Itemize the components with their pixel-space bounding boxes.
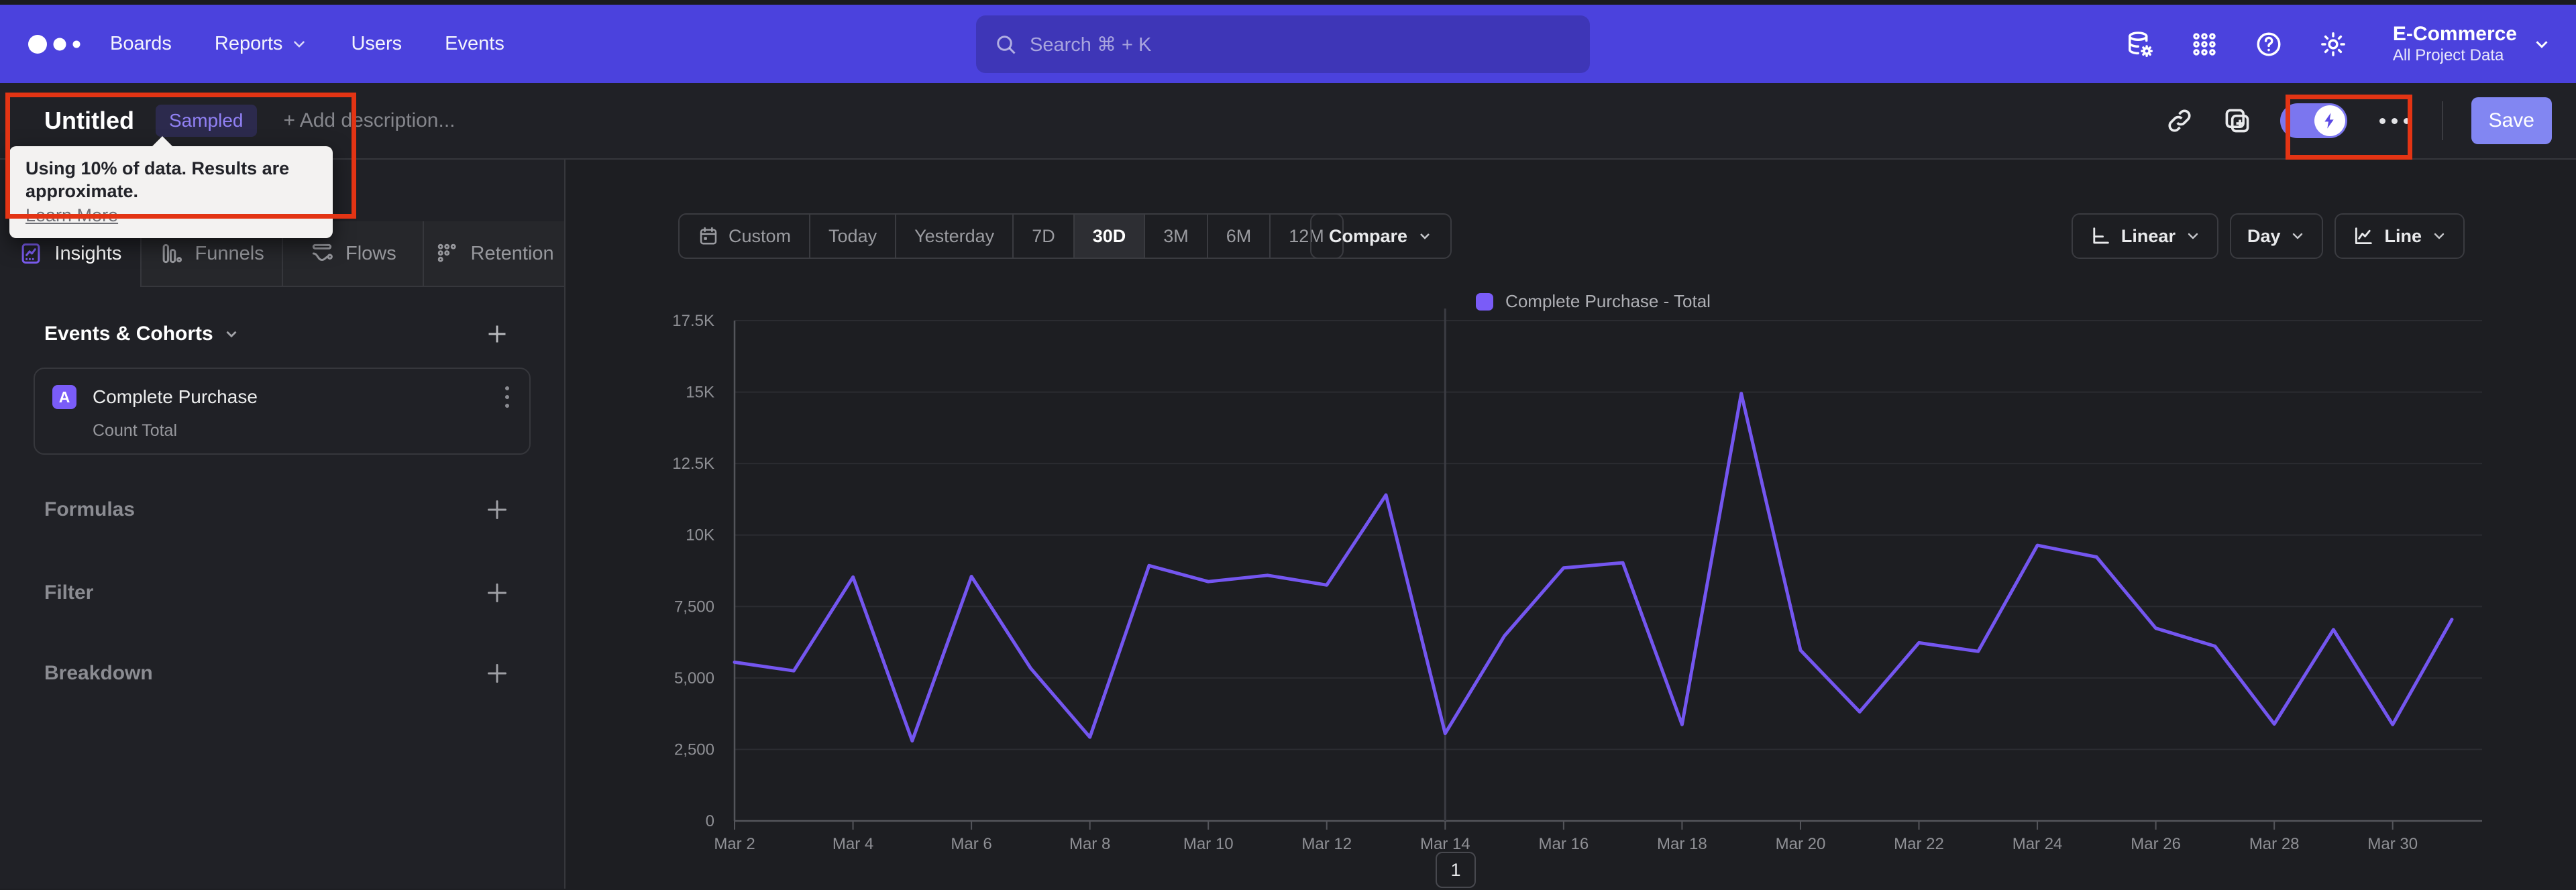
learn-more-link[interactable]: Learn More: [25, 205, 118, 226]
window-top-strip: [0, 0, 2576, 5]
settings-icon[interactable]: [2318, 29, 2349, 60]
insights-icon: [18, 241, 44, 266]
add-breakdown-button[interactable]: [484, 660, 511, 687]
retention-icon: [435, 241, 460, 266]
section-breakdown: Breakdown: [44, 660, 511, 687]
project-selector[interactable]: E-Commerce All Project Data: [2393, 23, 2552, 66]
svg-text:Mar 18: Mar 18: [1657, 835, 1707, 853]
flows-icon: [309, 241, 335, 266]
tooltip-text: Using 10% of data. Results are approxima…: [25, 158, 290, 201]
lightning-bolt-icon: [2324, 113, 2334, 129]
help-icon[interactable]: [2253, 29, 2284, 60]
svg-text:12.5K: 12.5K: [672, 455, 714, 473]
toggle-knob: [2314, 105, 2345, 136]
nav-right: E-Commerce All Project Data: [2125, 23, 2552, 66]
nav-item-users[interactable]: Users: [351, 33, 402, 55]
top-nav: Boards Reports Users Events Search ⌘ + K E-…: [0, 5, 2576, 83]
add-event-button[interactable]: [484, 321, 511, 347]
chevron-down-icon: [226, 331, 237, 338]
tab-label: Flows: [345, 242, 396, 264]
event-name[interactable]: Complete Purchase: [93, 386, 258, 408]
nav-item-events[interactable]: Events: [445, 33, 504, 55]
nav-item-label: Reports: [214, 33, 283, 54]
add-description[interactable]: + Add description...: [284, 109, 455, 132]
chart-panel: Custom Today Yesterday 7D 30D 3M 6M 12M Compare…: [566, 160, 2576, 889]
svg-text:Mar 12: Mar 12: [1301, 835, 1352, 853]
svg-text:Mar 16: Mar 16: [1539, 835, 1589, 853]
svg-text:Mar 28: Mar 28: [2249, 835, 2300, 853]
svg-text:10K: 10K: [686, 526, 714, 545]
event-series-badge: A: [52, 385, 76, 409]
tab-label: Retention: [470, 242, 554, 264]
copy-add-icon[interactable]: [2222, 106, 2252, 135]
nav-item-label: Users: [351, 33, 402, 54]
tooltip-arrow: [152, 136, 173, 147]
project-name: E-Commerce: [2392, 22, 2517, 45]
search-placeholder: Search ⌘ + K: [1030, 34, 1152, 56]
events-cohorts-label[interactable]: Events & Cohorts: [44, 323, 213, 345]
save-button[interactable]: Save: [2471, 97, 2552, 144]
more-horizontal-icon[interactable]: [2375, 114, 2414, 128]
svg-text:17.5K: 17.5K: [672, 312, 714, 330]
query-sidebar: Insights Funnels Flows Retention Events & C…: [0, 160, 566, 889]
chevron-down-icon: [290, 36, 308, 53]
svg-text:Mar 22: Mar 22: [1894, 835, 1944, 853]
tab-label: Funnels: [195, 242, 264, 264]
search-input[interactable]: Search ⌘ + K: [976, 15, 1590, 73]
report-actions: Save: [2165, 97, 2552, 144]
events-cohorts-header: Events & Cohorts: [44, 321, 511, 347]
svg-text:Mar 6: Mar 6: [951, 835, 991, 853]
event-card[interactable]: A Complete Purchase Count Total: [34, 368, 531, 455]
svg-text:Mar 4: Mar 4: [833, 835, 873, 853]
tab-label: Insights: [54, 242, 122, 264]
svg-text:Mar 24: Mar 24: [2012, 835, 2063, 853]
svg-text:Mar 14: Mar 14: [1420, 835, 1470, 853]
nav-item-label: Boards: [110, 33, 172, 54]
sampled-badge[interactable]: Sampled: [155, 105, 257, 137]
main-area: Insights Funnels Flows Retention Events & C…: [0, 160, 2576, 889]
svg-text:0: 0: [706, 812, 714, 830]
link-icon[interactable]: [2165, 106, 2194, 135]
svg-text:Mar 8: Mar 8: [1069, 835, 1110, 853]
svg-text:7,500: 7,500: [674, 598, 714, 616]
add-formulas-button[interactable]: [484, 496, 511, 523]
svg-text:2,500: 2,500: [674, 740, 714, 759]
report-header: Untitled Sampled + Add description... Sa…: [0, 83, 2576, 160]
section-label-formulas: Formulas: [44, 498, 136, 520]
section-filter: Filter: [44, 579, 511, 606]
chevron-down-icon: [2536, 40, 2548, 48]
svg-text:Mar 20: Mar 20: [1776, 835, 1826, 853]
svg-text:Mar 10: Mar 10: [1183, 835, 1234, 853]
sampling-tooltip: Using 10% of data. Results are approxima…: [9, 136, 333, 238]
nav-item-boards[interactable]: Boards: [110, 33, 172, 55]
main-nav: Boards Reports Users Events: [110, 33, 504, 55]
mixpanel-logo-icon[interactable]: [27, 31, 101, 58]
event-aggregation[interactable]: Count Total: [93, 421, 512, 441]
app-root: Boards Reports Users Events Search ⌘ + K E-…: [0, 0, 2576, 890]
data-management-icon[interactable]: [2125, 29, 2155, 60]
nav-item-label: Events: [445, 33, 504, 54]
project-scope: All Project Data: [2392, 46, 2504, 64]
add-filter-button[interactable]: [484, 579, 511, 606]
nav-item-reports[interactable]: Reports: [215, 33, 309, 55]
svg-text:Mar 26: Mar 26: [2131, 835, 2181, 853]
section-formulas: Formulas: [44, 496, 511, 523]
tab-retention[interactable]: Retention: [423, 221, 564, 287]
kebab-menu-icon[interactable]: [502, 384, 512, 410]
pagination-page-1[interactable]: 1: [1436, 852, 1476, 888]
section-label-breakdown: Breakdown: [44, 662, 153, 684]
line-chart[interactable]: 0 2,500 5,000 7,500 10K 12.5K 15K 17.5K Mar 2 Mar…: [566, 160, 2576, 889]
svg-text:Mar 2: Mar 2: [714, 835, 755, 853]
svg-text:Mar 30: Mar 30: [2367, 835, 2418, 853]
funnels-icon: [159, 241, 184, 266]
report-title[interactable]: Untitled: [44, 107, 134, 135]
divider: [2441, 101, 2443, 140]
svg-text:5,000: 5,000: [674, 669, 714, 687]
search-icon: [997, 36, 1016, 54]
section-label-filter: Filter: [44, 581, 94, 604]
sampling-toggle[interactable]: [2279, 103, 2347, 138]
apps-grid-icon[interactable]: [2189, 29, 2220, 60]
svg-text:15K: 15K: [686, 384, 714, 402]
